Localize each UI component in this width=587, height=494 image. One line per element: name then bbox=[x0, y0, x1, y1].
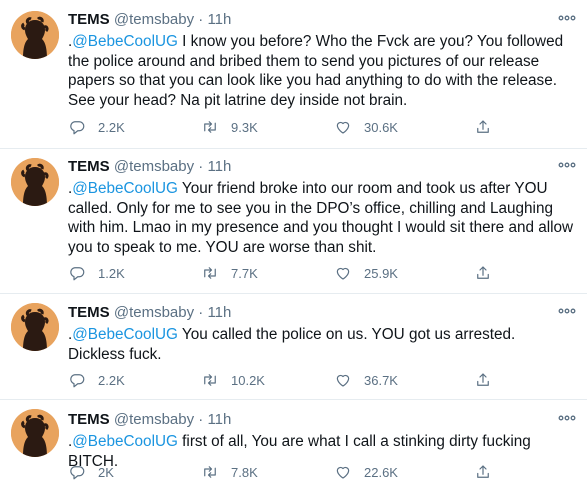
reply-count: 2.2K bbox=[98, 372, 125, 388]
retweet-count: 10.2K bbox=[231, 372, 265, 388]
retweet-button[interactable]: 10.2K bbox=[201, 370, 265, 390]
tweet-header: TEMS @temsbaby · 11h bbox=[68, 10, 231, 30]
more-icon[interactable] bbox=[557, 155, 577, 175]
reply-icon bbox=[70, 374, 85, 388]
tweet-actions: 2.2K 10.2K 36.7K bbox=[68, 370, 558, 390]
separator-dot: · bbox=[198, 11, 204, 28]
reply-button[interactable]: 2.2K bbox=[68, 117, 125, 137]
timestamp[interactable]: 11h bbox=[207, 11, 231, 28]
timestamp[interactable]: 11h bbox=[207, 411, 231, 428]
like-button[interactable]: 36.7K bbox=[334, 370, 398, 390]
retweet-icon bbox=[204, 121, 216, 133]
reply-button[interactable]: 2K bbox=[68, 462, 114, 482]
tweet[interactable]: TEMS @temsbaby · 11h .@BebeCoolUG You ca… bbox=[0, 294, 587, 400]
mention-link[interactable]: @BebeCoolUG bbox=[72, 433, 178, 450]
tweet-actions: 2.2K 9.3K 30.6K bbox=[68, 117, 558, 137]
heart-icon bbox=[336, 466, 350, 479]
display-name[interactable]: TEMS bbox=[68, 11, 110, 28]
retweet-button[interactable]: 7.7K bbox=[201, 263, 258, 283]
timestamp[interactable]: 11h bbox=[207, 304, 231, 321]
display-name[interactable]: TEMS bbox=[68, 158, 110, 175]
share-button[interactable] bbox=[474, 462, 504, 482]
tweet-text: .@BebeCoolUG You called the police on us… bbox=[68, 325, 576, 364]
share-icon bbox=[477, 266, 489, 279]
reply-icon bbox=[70, 466, 85, 480]
retweet-button[interactable]: 9.3K bbox=[201, 117, 258, 137]
avatar[interactable] bbox=[11, 11, 59, 59]
user-handle[interactable]: @temsbaby bbox=[114, 158, 194, 175]
share-button[interactable] bbox=[474, 117, 504, 137]
display-name[interactable]: TEMS bbox=[68, 304, 110, 321]
user-handle[interactable]: @temsbaby bbox=[114, 11, 194, 28]
retweet-icon bbox=[204, 374, 216, 386]
display-name[interactable]: TEMS bbox=[68, 411, 110, 428]
retweet-count: 7.7K bbox=[231, 265, 258, 281]
retweet-count: 9.3K bbox=[231, 119, 258, 135]
share-icon bbox=[477, 373, 489, 386]
separator-dot: · bbox=[198, 304, 204, 321]
tweet[interactable]: TEMS @temsbaby · 11h .@BebeCoolUG I know… bbox=[0, 0, 587, 149]
retweet-button[interactable]: 7.8K bbox=[201, 462, 258, 482]
reply-count: 2.2K bbox=[98, 119, 125, 135]
avatar[interactable] bbox=[11, 303, 59, 351]
reply-icon bbox=[70, 267, 85, 281]
tweet-header: TEMS @temsbaby · 11h bbox=[68, 157, 231, 177]
like-button[interactable]: 30.6K bbox=[334, 117, 398, 137]
user-handle[interactable]: @temsbaby bbox=[114, 411, 194, 428]
retweet-icon bbox=[204, 267, 216, 279]
reply-button[interactable]: 2.2K bbox=[68, 370, 125, 390]
user-handle[interactable]: @temsbaby bbox=[114, 304, 194, 321]
heart-icon bbox=[336, 267, 350, 280]
tweet-header: TEMS @temsbaby · 11h bbox=[68, 303, 231, 323]
share-icon bbox=[477, 120, 489, 133]
separator-dot: · bbox=[198, 158, 204, 175]
mention-link[interactable]: @BebeCoolUG bbox=[72, 33, 178, 50]
tweet-actions: 2K 7.8K 22.6K bbox=[68, 462, 558, 482]
heart-icon bbox=[336, 121, 350, 134]
reply-icon bbox=[70, 121, 85, 135]
tweet[interactable]: TEMS @temsbaby · 11h .@BebeCoolUG Your f… bbox=[0, 149, 587, 294]
tweet-header: TEMS @temsbaby · 11h bbox=[68, 410, 231, 430]
like-button[interactable]: 25.9K bbox=[334, 263, 398, 283]
avatar[interactable] bbox=[11, 158, 59, 206]
timestamp[interactable]: 11h bbox=[207, 158, 231, 175]
reply-count: 2K bbox=[98, 464, 114, 480]
share-button[interactable] bbox=[474, 263, 504, 283]
retweet-icon bbox=[204, 466, 216, 478]
avatar[interactable] bbox=[11, 409, 59, 457]
tweet[interactable]: TEMS @temsbaby · 11h .@BebeCoolUG first … bbox=[0, 400, 587, 494]
like-button[interactable]: 22.6K bbox=[334, 462, 398, 482]
more-icon[interactable] bbox=[557, 8, 577, 28]
reply-button[interactable]: 1.2K bbox=[68, 263, 125, 283]
tweet-text: .@BebeCoolUG I know you before? Who the … bbox=[68, 32, 576, 110]
reply-count: 1.2K bbox=[98, 265, 125, 281]
heart-icon bbox=[336, 374, 350, 387]
like-count: 25.9K bbox=[364, 265, 398, 281]
mention-link[interactable]: @BebeCoolUG bbox=[72, 180, 178, 197]
tweet-actions: 1.2K 7.7K 25.9K bbox=[68, 263, 558, 283]
like-count: 36.7K bbox=[364, 372, 398, 388]
like-count: 30.6K bbox=[364, 119, 398, 135]
share-icon bbox=[477, 465, 489, 478]
like-count: 22.6K bbox=[364, 464, 398, 480]
more-icon[interactable] bbox=[557, 301, 577, 321]
more-icon[interactable] bbox=[557, 408, 577, 428]
tweet-feed: TEMS @temsbaby · 11h .@BebeCoolUG I know… bbox=[0, 0, 587, 494]
separator-dot: · bbox=[198, 411, 204, 428]
retweet-count: 7.8K bbox=[231, 464, 258, 480]
share-button[interactable] bbox=[474, 370, 504, 390]
mention-link[interactable]: @BebeCoolUG bbox=[72, 326, 178, 343]
tweet-text: .@BebeCoolUG Your friend broke into our … bbox=[68, 179, 576, 257]
